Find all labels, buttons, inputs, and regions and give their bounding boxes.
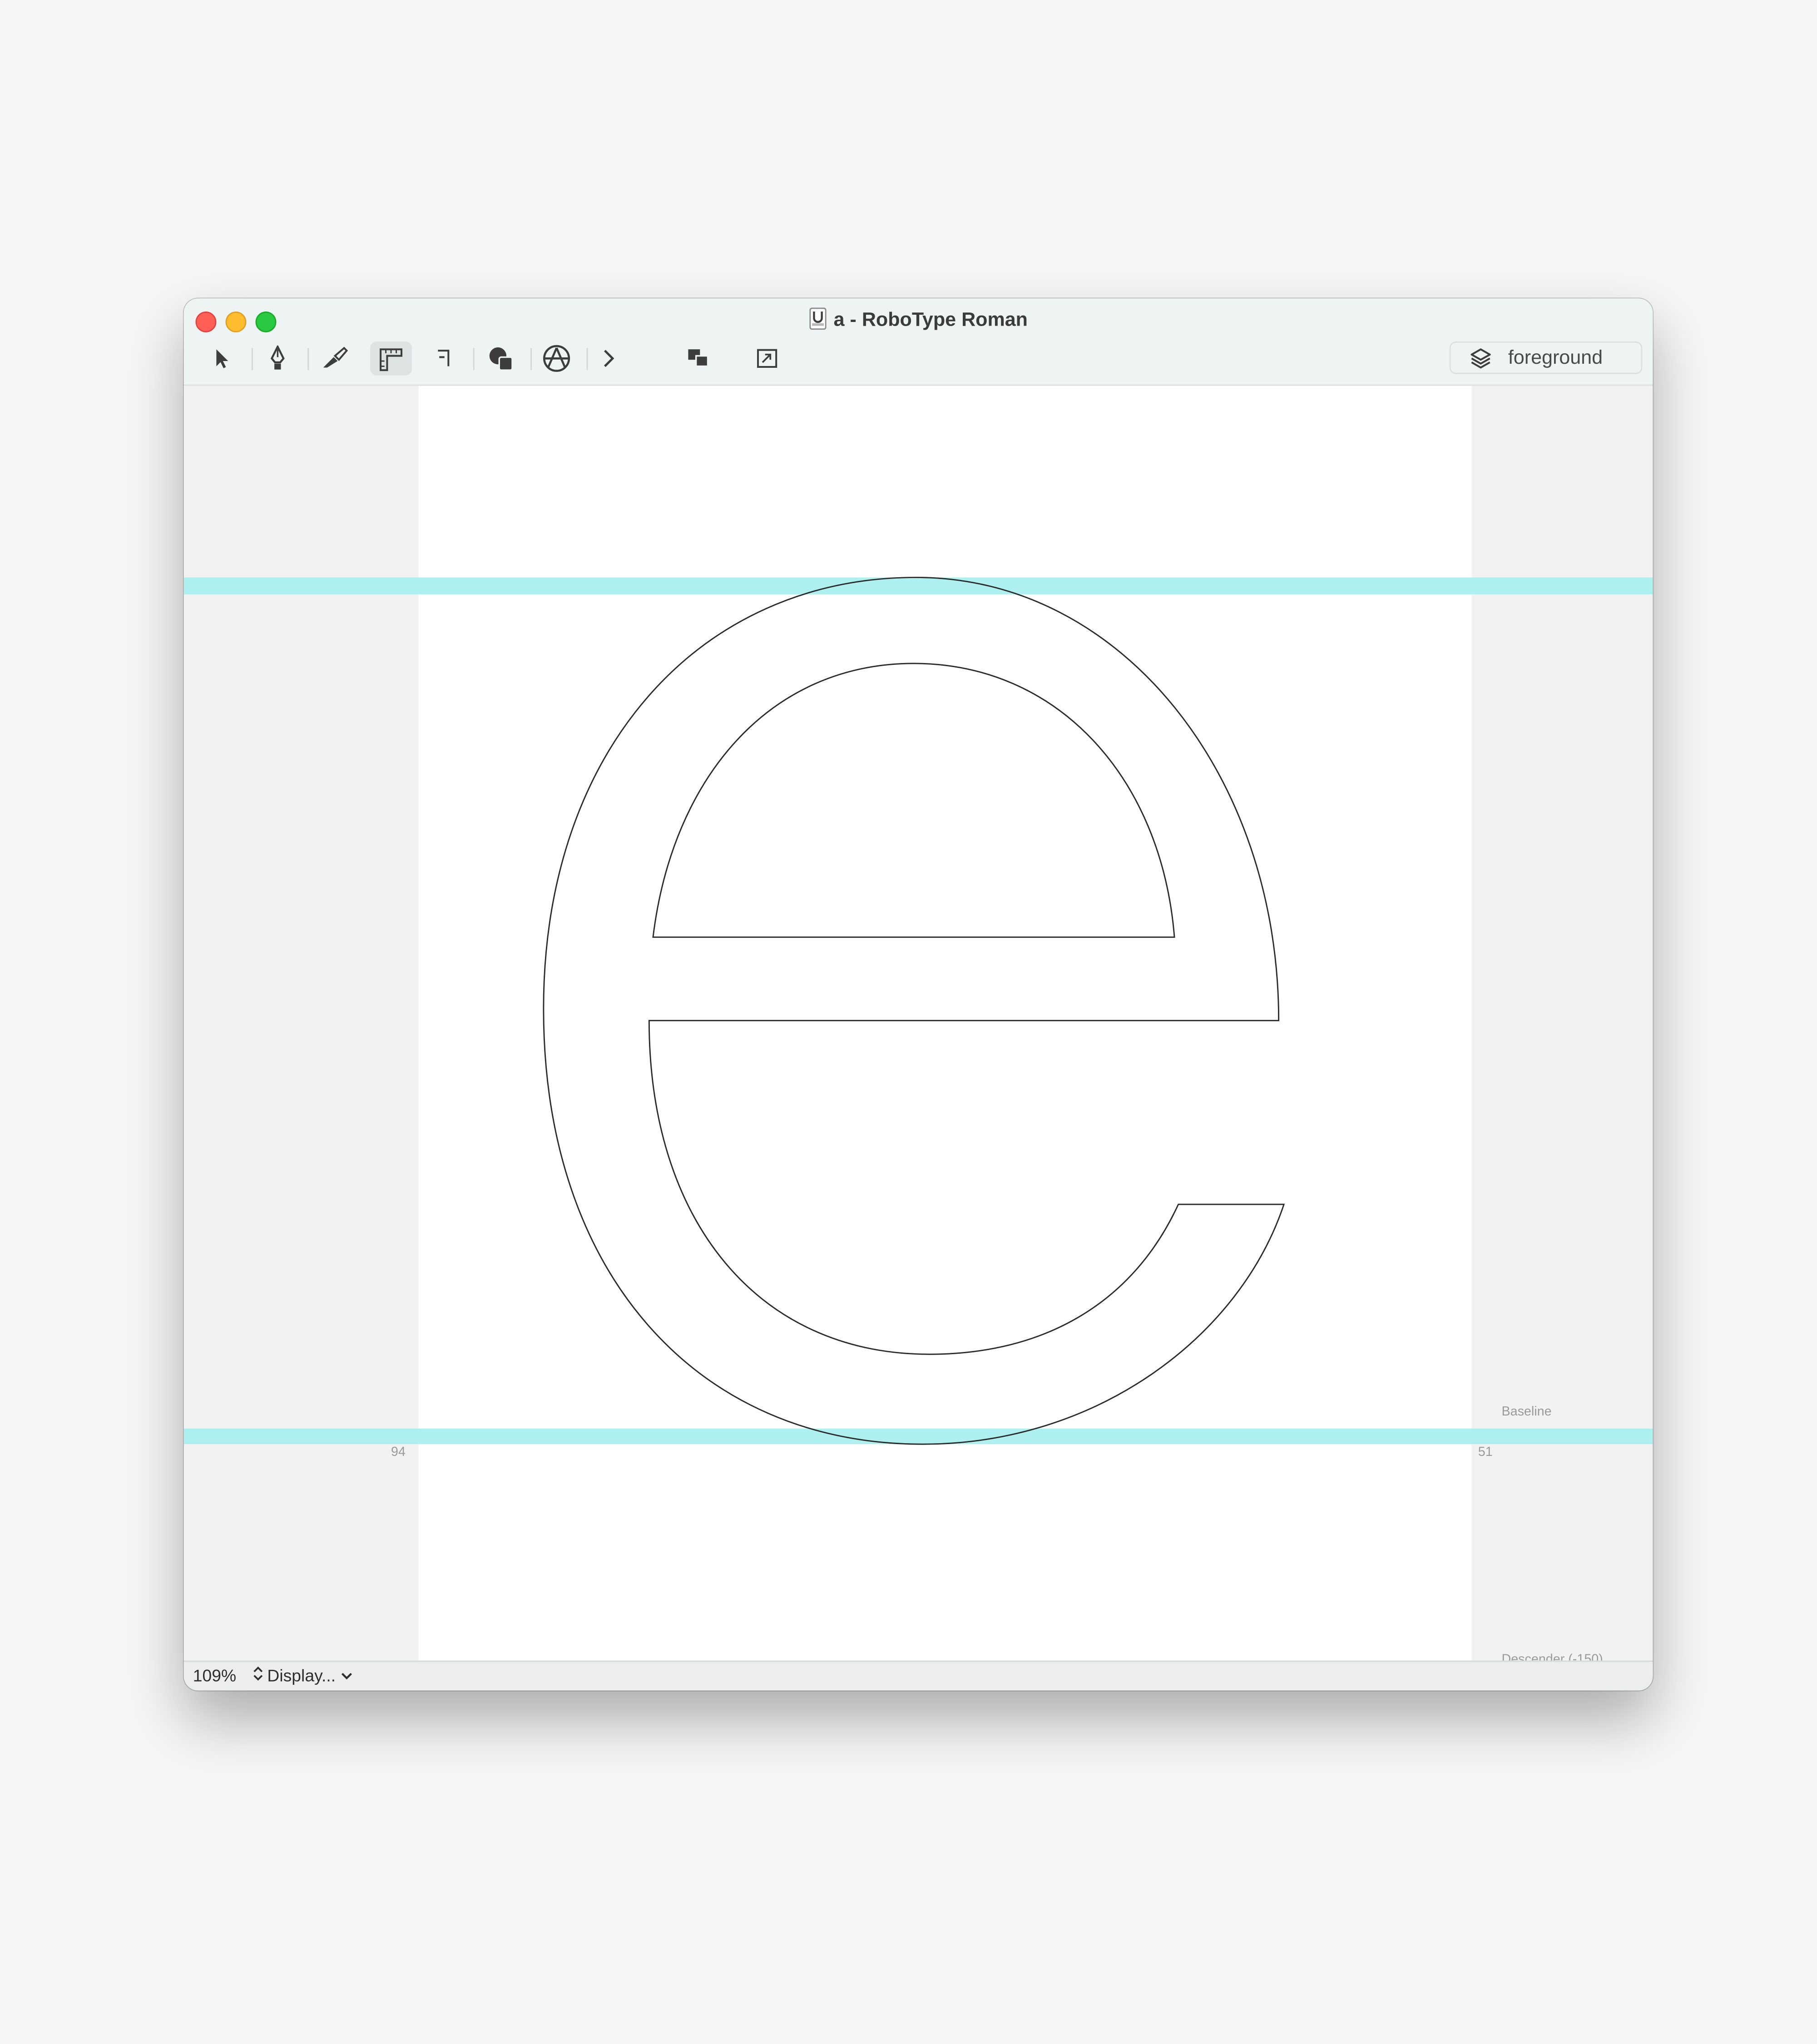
status-bar: 109% Display... — [183, 1660, 1653, 1691]
chevron-down-icon — [340, 1666, 353, 1685]
updown-chevron-icon — [253, 1666, 263, 1685]
measurement-tool[interactable] — [370, 341, 412, 376]
layer-selector[interactable]: foreground — [1449, 341, 1643, 375]
glyph-outline[interactable] — [184, 386, 1653, 1661]
knife-icon — [321, 346, 349, 370]
display-menu[interactable]: Display... — [253, 1666, 353, 1685]
layers-toggle[interactable] — [678, 341, 720, 376]
transform-icon — [756, 346, 780, 370]
title-bar: a - RoboType Roman foreground — [183, 298, 1653, 386]
left-sidebearing-value: 94 — [391, 1445, 406, 1460]
ruler-icon — [378, 346, 404, 371]
transform-tool[interactable] — [747, 341, 789, 376]
layers-icon — [1470, 348, 1491, 375]
shapes-tool[interactable] — [481, 341, 523, 376]
window-title-container: a - RoboType Roman — [184, 307, 1653, 333]
pen-tool[interactable] — [257, 341, 298, 376]
arrow-pointer-icon — [211, 346, 232, 370]
chevron-right-icon — [601, 348, 616, 369]
corner-icon — [434, 346, 455, 370]
glyph-editor-window: a - RoboType Roman foreground 94 51 Base… — [183, 298, 1653, 1691]
layers-squares-icon — [687, 348, 711, 369]
glyph-canvas[interactable]: 94 51 Baseline Descender (-150) — [183, 386, 1653, 1661]
layer-name: foreground — [1508, 346, 1603, 369]
knife-tool[interactable] — [314, 341, 356, 376]
anchor-tool[interactable] — [536, 341, 578, 376]
shapes-icon — [487, 346, 516, 371]
zoom-level[interactable]: 109% — [193, 1666, 236, 1685]
corner-tool[interactable] — [424, 341, 465, 376]
anchor-icon — [541, 343, 572, 374]
display-menu-label: Display... — [267, 1666, 336, 1686]
descender-label: Descender (-150) — [1501, 1653, 1603, 1661]
right-sidebearing-value: 51 — [1478, 1445, 1493, 1460]
more-tools[interactable] — [588, 341, 629, 376]
pen-nib-icon — [267, 345, 288, 371]
select-tool[interactable] — [201, 341, 243, 376]
baseline-label: Baseline — [1501, 1405, 1552, 1420]
ufo-document-icon — [809, 307, 826, 330]
window-title: a - RoboType Roman — [833, 309, 1028, 332]
